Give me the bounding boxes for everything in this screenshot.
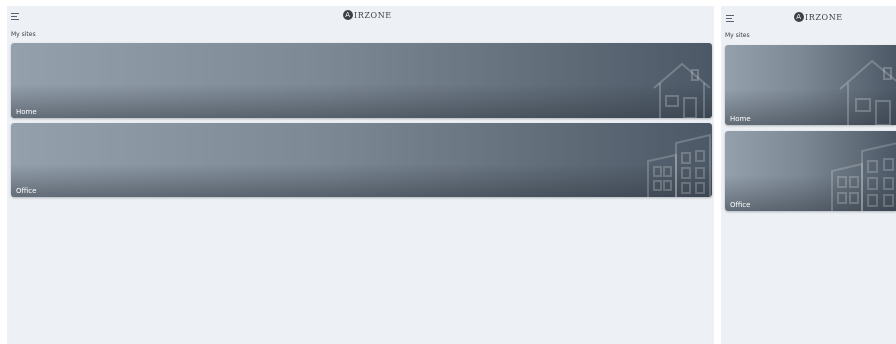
top-bar: A IRZONE bbox=[7, 6, 714, 26]
hamburger-menu-icon[interactable] bbox=[11, 13, 19, 20]
site-card-office[interactable]: Office bbox=[11, 123, 712, 197]
app-view-large: A IRZONE My sites Home Office bbox=[7, 6, 714, 344]
brand-mark: A bbox=[343, 10, 353, 20]
brand-mark: A bbox=[794, 12, 804, 22]
site-card-home[interactable]: Home bbox=[11, 43, 712, 118]
site-label-home: Home bbox=[16, 108, 37, 116]
site-card-office[interactable]: Office bbox=[725, 131, 896, 211]
site-label-office: Office bbox=[730, 201, 751, 209]
brand-text: IRZONE bbox=[354, 10, 392, 20]
my-sites-title: My sites bbox=[725, 32, 750, 39]
airzone-logo: A IRZONE bbox=[794, 12, 843, 22]
house-icon bbox=[653, 62, 711, 118]
office-building-icon bbox=[647, 133, 711, 197]
site-label-home: Home bbox=[730, 115, 751, 123]
app-view-small: A IRZONE My sites Home Office bbox=[721, 6, 896, 344]
top-bar: A IRZONE bbox=[721, 6, 896, 26]
site-card-home[interactable]: Home bbox=[725, 45, 896, 125]
house-icon bbox=[839, 59, 896, 125]
airzone-logo: A IRZONE bbox=[343, 10, 392, 20]
office-building-icon bbox=[831, 142, 896, 211]
my-sites-title: My sites bbox=[11, 31, 36, 38]
brand-text: IRZONE bbox=[805, 12, 843, 22]
hamburger-menu-icon[interactable] bbox=[726, 15, 734, 22]
site-label-office: Office bbox=[16, 187, 37, 195]
